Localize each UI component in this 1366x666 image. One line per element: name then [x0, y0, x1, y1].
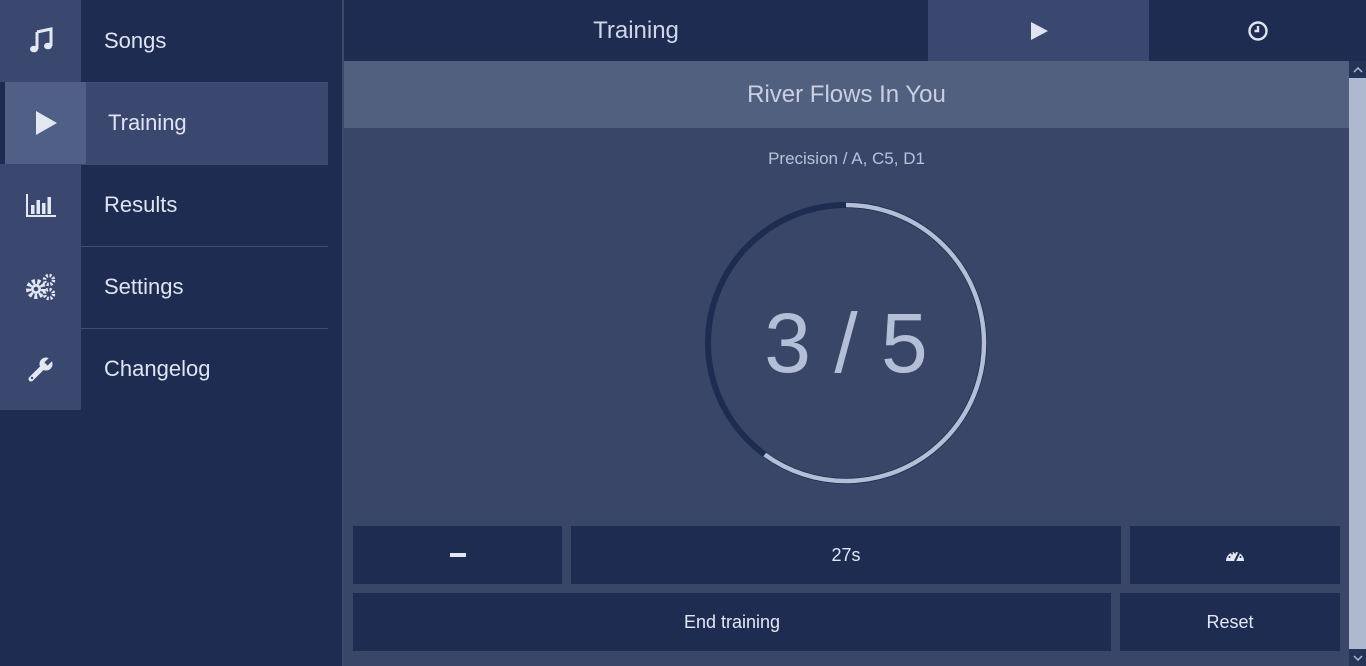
end-training-button[interactable]: End training — [353, 593, 1111, 651]
sidebar-item-label: Songs — [104, 28, 167, 53]
divider — [86, 82, 328, 83]
header-bar: Training — [344, 0, 1366, 61]
music-note-icon — [0, 0, 81, 82]
reset-button[interactable]: Reset — [1120, 593, 1340, 651]
divider — [81, 246, 328, 247]
clock-icon — [1247, 20, 1268, 41]
wrench-icon — [0, 328, 81, 410]
play-button[interactable] — [928, 0, 1149, 61]
scroll-up-icon[interactable] — [1349, 61, 1366, 78]
decrease-button[interactable] — [353, 526, 562, 584]
bar-chart-icon — [0, 164, 81, 246]
song-title: River Flows In You — [344, 61, 1349, 128]
scroll-down-icon[interactable] — [1349, 649, 1366, 666]
history-button[interactable] — [1149, 0, 1366, 61]
sidebar-item-label: Changelog — [104, 356, 211, 381]
sidebar-item-changelog[interactable]: Changelog — [0, 328, 328, 410]
sidebar-item-settings[interactable]: Settings — [0, 246, 328, 328]
sidebar-item-label: Settings — [104, 274, 184, 299]
divider — [81, 164, 328, 165]
sidebar: Songs Training Results Settings Changelo… — [0, 0, 342, 666]
page-title: Training — [344, 0, 928, 61]
training-mode-label: Precision / A, C5, D1 — [768, 149, 925, 168]
sidebar-item-songs[interactable]: Songs — [0, 0, 328, 82]
progress-count: 3 / 5 — [764, 295, 928, 390]
sidebar-item-label: Results — [104, 192, 178, 217]
tachometer-icon — [1226, 551, 1244, 562]
sidebar-item-label: Training — [108, 110, 187, 135]
sidebar-item-results[interactable]: Results — [0, 164, 328, 246]
training-panel: River Flows In You Precision / A, C5, D1… — [344, 61, 1349, 666]
divider — [81, 328, 328, 329]
speed-button[interactable] — [1130, 526, 1340, 584]
sidebar-item-training[interactable]: Training — [0, 82, 328, 164]
scrollbar[interactable] — [1349, 61, 1366, 666]
gears-icon — [0, 246, 81, 328]
play-icon — [1030, 21, 1048, 40]
minus-icon — [449, 553, 466, 557]
play-icon — [5, 82, 86, 164]
timer-display: 27s — [571, 526, 1121, 584]
